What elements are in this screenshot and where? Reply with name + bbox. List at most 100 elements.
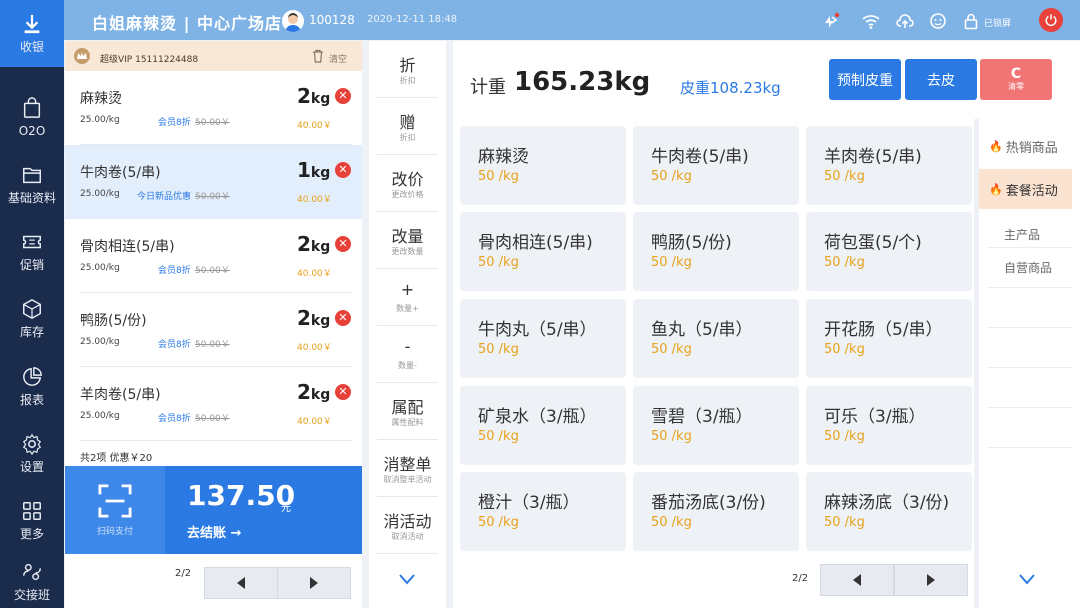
connection-icon[interactable] [822, 12, 840, 30]
product-card[interactable]: 雪碧（3/瓶） 50 /kg [633, 386, 799, 465]
cancel-promo-button[interactable]: 消活动 取消活动 [369, 497, 446, 554]
item-qty-unit: kg [310, 91, 331, 107]
order-prev-page-button[interactable] [204, 567, 278, 599]
attributes-button[interactable]: 属配 属性配料 [369, 383, 446, 440]
category-hot[interactable]: 🔥 热销商品 [979, 126, 1072, 166]
item-original-price: 50.00￥ [195, 414, 230, 424]
clear-button[interactable]: 清空 [329, 52, 347, 65]
item-promo: 会员8折 [158, 340, 191, 350]
product-card[interactable]: 羊肉卷(5/串) 50 /kg [806, 126, 972, 205]
trash-icon[interactable] [312, 49, 324, 63]
nav-item-report[interactable]: 报表 [0, 353, 64, 420]
subcategory-self-operated[interactable]: 自营商品 [1004, 259, 1052, 276]
product-card[interactable]: 荷包蛋(5/个) 50 /kg [806, 212, 972, 291]
product-card[interactable]: 麻辣汤底（3/份) 50 /kg [806, 472, 972, 551]
product-card[interactable]: 鱼丸（5/串） 50 /kg [633, 299, 799, 378]
checkout-button[interactable]: 去结账 → [187, 522, 241, 541]
order-item[interactable]: 麻辣烫 25.00/kg 会员8折 50.00￥ 2kg 40.00￥ ✕ [65, 71, 362, 145]
chevron-down-icon[interactable] [397, 572, 417, 586]
divider [987, 407, 1072, 408]
cancel-order-promo-button[interactable]: 消整单 取消整单活动 [369, 440, 446, 497]
wifi-icon[interactable] [862, 12, 880, 30]
order-item[interactable]: 骨肉相连(5/串) 25.00/kg 会员8折 50.00￥ 2kg 40.00… [65, 219, 362, 293]
delete-item-button[interactable]: ✕ [335, 88, 351, 104]
delete-item-button[interactable]: ✕ [335, 162, 351, 178]
nav-item-inventory[interactable]: 库存 [0, 285, 64, 352]
product-card[interactable]: 可乐（3/瓶） 50 /kg [806, 386, 972, 465]
product-card[interactable]: 番茄汤底(3/份) 50 /kg [633, 472, 799, 551]
product-card[interactable]: 矿泉水（3/瓶） 50 /kg [460, 386, 626, 465]
action-sub-label: 数量+ [396, 304, 419, 313]
product-name: 鱼丸（5/串） [651, 320, 753, 340]
product-card[interactable]: 骨肉相连(5/串) 50 /kg [460, 212, 626, 291]
gift-button[interactable]: 赠 折扣 [369, 98, 446, 155]
nav-item-o2o[interactable]: O2O [0, 84, 64, 151]
nav-label: 促销 [19, 258, 44, 272]
zero-button[interactable]: C 清零 [980, 59, 1052, 100]
message-icon[interactable] [929, 12, 947, 30]
order-next-page-button[interactable] [277, 567, 351, 599]
subcategory-main[interactable]: 主产品 [1004, 226, 1040, 243]
product-name: 牛肉卷(5/串) [651, 147, 749, 167]
product-card[interactable]: 麻辣烫 50 /kg [460, 126, 626, 205]
power-button[interactable] [1039, 8, 1063, 32]
product-card[interactable]: 橙汁（3/瓶） 50 /kg [460, 472, 626, 551]
product-price: 50 /kg [478, 169, 519, 184]
product-card[interactable]: 牛肉卷(5/串) 50 /kg [633, 126, 799, 205]
divider [987, 447, 1072, 448]
delete-item-button[interactable]: ✕ [335, 310, 351, 326]
scan-pay-button[interactable]: 扫码支付 [65, 466, 165, 554]
nav-item-basic-data[interactable]: 基础资料 [0, 151, 64, 218]
product-card[interactable]: 开花肠（5/串） 50 /kg [806, 299, 972, 378]
quantity-minus-button[interactable]: - 数量- [369, 326, 446, 383]
grid-page-indicator: 2/2 [792, 573, 809, 584]
item-qty-value: 2 [297, 232, 311, 256]
action-label: 改量 [391, 227, 424, 246]
product-card[interactable]: 鸭肠(5/份) 50 /kg [633, 212, 799, 291]
item-qty: 2kg [297, 380, 330, 404]
change-price-button[interactable]: 改价 更改价格 [369, 155, 446, 212]
action-sub-label: 折扣 [399, 76, 416, 85]
grid-prev-page-button[interactable] [820, 564, 894, 596]
grid-next-page-button[interactable] [894, 564, 968, 596]
order-page-indicator: 2/2 [175, 568, 192, 579]
action-sub-label: 更改数量 [391, 247, 424, 256]
scan-icon [98, 483, 132, 518]
remove-tare-button[interactable]: 去皮 [905, 59, 977, 100]
product-name: 可乐（3/瓶） [824, 407, 926, 427]
nav-item-cashier[interactable]: 收银 [0, 0, 64, 67]
action-label: 消整单 [383, 455, 432, 474]
chevron-down-icon[interactable] [1017, 572, 1037, 586]
cloud-upload-icon[interactable] [896, 12, 914, 30]
quantity-plus-button[interactable]: + 数量+ [369, 269, 446, 326]
order-item[interactable]: 羊肉卷(5/串) 25.00/kg 会员8折 50.00￥ 2kg 40.00￥… [65, 367, 362, 441]
weight-label: 计重 [470, 77, 506, 98]
preset-tare-button[interactable]: 预制皮重 [829, 59, 901, 100]
delete-item-button[interactable]: ✕ [335, 236, 351, 252]
order-item[interactable]: 牛肉卷(5/串) 25.00/kg 今日新品优惠 50.00￥ 1kg 40.0… [65, 145, 362, 219]
change-quantity-button[interactable]: 改量 更改数量 [369, 212, 446, 269]
order-item[interactable]: 鸭肠(5/份) 25.00/kg 会员8折 50.00￥ 2kg 40.00￥ … [65, 293, 362, 367]
discount-button[interactable]: 折 折扣 [369, 41, 446, 98]
category-combo[interactable]: 🔥 套餐活动 [979, 169, 1072, 209]
product-grid: 麻辣烫 50 /kg 牛肉卷(5/串) 50 /kg 羊肉卷(5/串) 50 /kg … [453, 119, 974, 608]
zero-main-label: C [1010, 66, 1022, 82]
nav-item-settings[interactable]: 设置 [0, 420, 64, 487]
nav-item-handover[interactable]: 交接班 [0, 554, 64, 608]
item-qty-value: 2 [297, 380, 311, 404]
product-name: 麻辣汤底（3/份) [824, 493, 950, 513]
bag-icon [23, 97, 41, 118]
tare-value: 皮重108.23kg [680, 79, 781, 97]
nav-item-promotion[interactable]: 促销 [0, 218, 64, 285]
product-name: 橙汁（3/瓶） [478, 493, 580, 513]
product-card[interactable]: 牛肉丸（5/串） 50 /kg [460, 299, 626, 378]
lock-icon[interactable] [962, 12, 980, 30]
avatar[interactable] [282, 10, 304, 32]
item-name: 麻辣烫 [80, 91, 122, 107]
action-label: 属配 [391, 398, 424, 417]
product-price: 50 /kg [824, 169, 865, 184]
product-price: 50 /kg [824, 255, 865, 270]
nav-item-more[interactable]: 更多 [0, 487, 64, 554]
datetime: 2020-12-11 18:48 [367, 14, 458, 25]
delete-item-button[interactable]: ✕ [335, 384, 351, 400]
